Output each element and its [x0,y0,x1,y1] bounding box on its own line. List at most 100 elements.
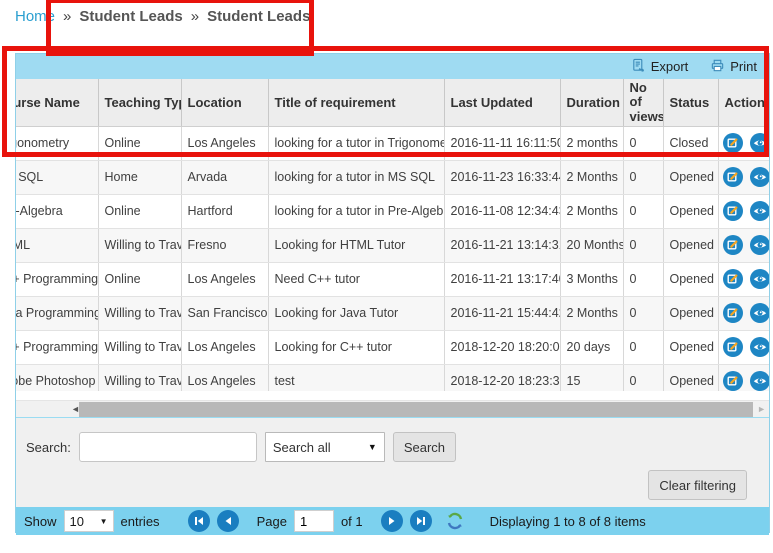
cell-status: Opened [663,228,718,262]
student-leads-page: Home » Student Leads » Student Leads Exp… [0,0,773,553]
cell-status: Opened [663,296,718,330]
cell-duration: 3 Months [560,262,623,296]
cell-status: Opened [663,364,718,391]
cell-duration: 20 Months [560,228,623,262]
export-label: Export [651,59,689,74]
cell-title: looking for a tutor in MS SQL [268,160,444,194]
student-leads-table: Course Name Teaching Type Location Title… [16,79,769,391]
page-label: Page [257,514,287,529]
search-input[interactable] [79,432,257,462]
breadcrumb-item-student-leads-2[interactable]: Student Leads [207,8,310,25]
table-row: Pre-Algebra Online Hartford looking for … [16,194,769,228]
cell-views: 0 [623,228,663,262]
entries-per-page-value: 10 [70,514,84,529]
cell-status: Opened [663,330,718,364]
cell-last-updated: 2016-11-08 12:34:43 [444,194,560,228]
view-button[interactable] [750,167,769,187]
cell-location: Fresno [181,228,268,262]
edit-button[interactable] [723,371,743,391]
cell-title: looking for a tutor in Trigonometry [268,126,444,160]
cell-duration: 2 Months [560,194,623,228]
cell-location: Los Angeles [181,330,268,364]
refresh-icon[interactable] [445,511,465,531]
breadcrumb-item-student-leads[interactable]: Student Leads [79,8,182,25]
table-row: C++ Programming Willing to Travel Los An… [16,330,769,364]
last-page-icon [415,515,427,527]
search-field-select[interactable]: Search all ▼ [265,432,385,462]
cell-views: 0 [623,160,663,194]
cell-actions [718,330,769,364]
horizontal-scrollbar: ◄ ► [16,400,769,417]
cell-course-name: Pre-Algebra [16,194,98,228]
edit-button[interactable] [723,269,743,289]
next-page-icon [386,515,398,527]
view-button[interactable] [750,269,769,289]
print-label: Print [730,59,757,74]
next-page-button[interactable] [381,510,403,532]
table-row: Trigonometry Online Los Angeles looking … [16,126,769,160]
print-button[interactable]: Print [710,58,757,76]
last-page-button[interactable] [410,510,432,532]
breadcrumb-separator: » [191,8,199,25]
edit-button[interactable] [723,303,743,323]
view-button[interactable] [750,371,769,391]
clear-filtering-button[interactable]: Clear filtering [648,470,747,500]
cell-duration: 2 Months [560,160,623,194]
entries-per-page-select[interactable]: 10 ▼ [64,510,114,532]
cell-duration: 2 Months [560,296,623,330]
view-button[interactable] [750,133,769,153]
edit-button[interactable] [723,167,743,187]
scroll-right-arrow-icon[interactable]: ► [757,404,766,414]
cell-last-updated: 2018-12-20 18:23:39 [444,364,560,391]
cell-actions [718,228,769,262]
edit-button[interactable] [723,337,743,357]
col-header-views[interactable]: No of views [623,79,663,126]
cell-actions [718,296,769,330]
cell-actions [718,364,769,391]
cell-teaching-type: Willing to Travel [98,364,181,391]
previous-page-button[interactable] [217,510,239,532]
view-button[interactable] [750,201,769,221]
pager-status-text: Displaying 1 to 8 of 8 items [490,514,646,529]
cell-last-updated: 2016-11-11 16:11:50 [444,126,560,160]
cell-title: Looking for Java Tutor [268,296,444,330]
edit-button[interactable] [723,201,743,221]
col-header-teaching-type[interactable]: Teaching Type [98,79,181,126]
first-page-button[interactable] [188,510,210,532]
edit-button[interactable] [723,235,743,255]
cell-teaching-type: Willing to Travel [98,330,181,364]
col-header-duration[interactable]: Duration [560,79,623,126]
chevron-down-icon: ▼ [100,517,108,526]
cell-views: 0 [623,296,663,330]
cell-teaching-type: Home [98,160,181,194]
col-header-actions[interactable]: Actions [718,79,769,126]
filter-panel: Search: Search all ▼ Search Clear filter… [16,417,769,507]
breadcrumb: Home » Student Leads » Student Leads [15,8,310,25]
edit-button[interactable] [723,133,743,153]
show-label: Show [24,514,57,529]
col-header-title[interactable]: Title of requirement [268,79,444,126]
cell-actions [718,194,769,228]
table-header-row: Course Name Teaching Type Location Title… [16,79,769,126]
col-header-location[interactable]: Location [181,79,268,126]
pager-bar: Show 10 ▼ entries Page of 1 [16,507,769,535]
page-number-input[interactable] [294,510,334,532]
cell-teaching-type: Online [98,262,181,296]
cell-location: Los Angeles [181,364,268,391]
view-button[interactable] [750,337,769,357]
student-leads-grid: Export Print [15,53,770,533]
grid-toolbar: Export Print [16,54,769,79]
scrollbar-thumb[interactable] [79,402,753,417]
table-row: Adobe Photoshop Willing to Travel Los An… [16,364,769,391]
cell-teaching-type: Online [98,126,181,160]
export-button[interactable]: Export [631,58,689,76]
search-button[interactable]: Search [393,432,456,462]
view-button[interactable] [750,235,769,255]
cell-teaching-type: Willing to Travel [98,228,181,262]
col-header-last-updated[interactable]: Last Updated [444,79,560,126]
col-header-course-name[interactable]: Course Name [16,79,98,126]
breadcrumb-home-link[interactable]: Home [15,8,55,25]
view-button[interactable] [750,303,769,323]
table-row: HTML Willing to Travel Fresno Looking fo… [16,228,769,262]
col-header-status[interactable]: Status [663,79,718,126]
